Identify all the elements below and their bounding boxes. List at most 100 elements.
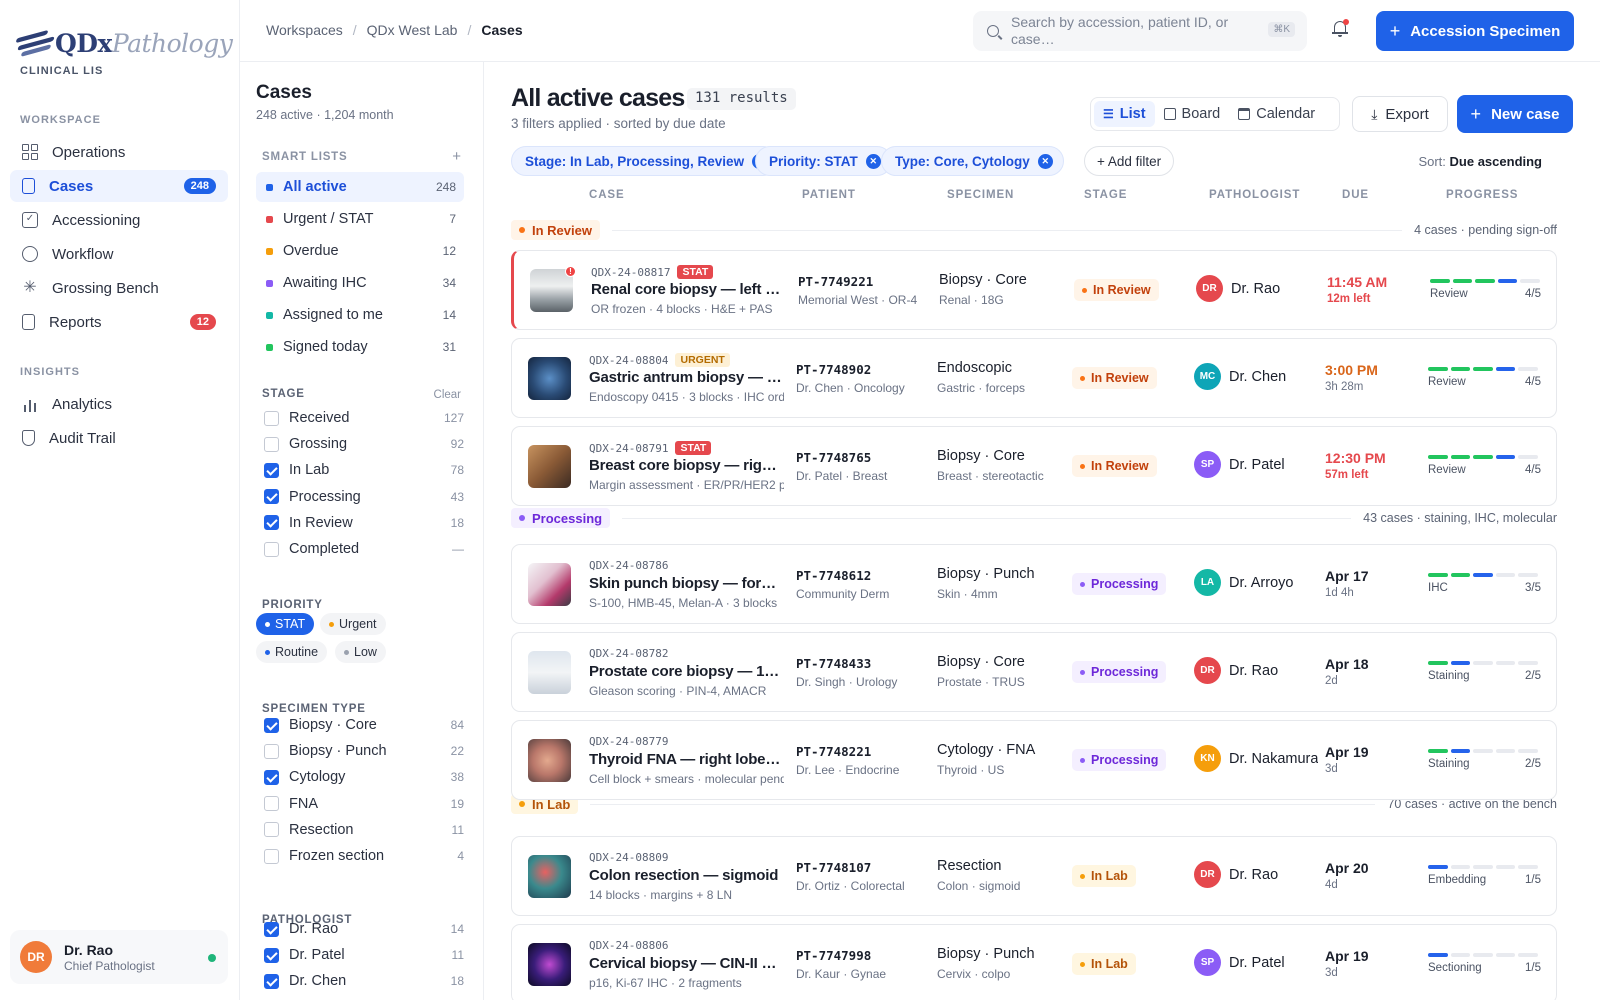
patient-source: Dr. Patel · Breast [796,469,888,483]
specimen-type-checkbox[interactable]: Frozen section 4 [264,845,464,867]
sidebar-item-grossing-bench[interactable]: ✳ Grossing Bench [10,272,228,304]
accession-number: QDX-24-08809 [589,851,669,864]
sort-control[interactable]: Sort: Due ascending [1418,154,1542,169]
stage-checkbox[interactable]: Grossing 92 [264,433,464,455]
case-row[interactable]: QDX-24-08779 Thyroid FNA — right lobe nod… [511,720,1557,800]
sidebar-item-workflow[interactable]: Workflow [10,238,228,270]
stage-checkbox[interactable]: Received 127 [264,407,464,429]
stage-dot [1080,873,1085,879]
specimen-type-checkbox[interactable]: Biopsy · Core 84 [264,714,464,736]
case-row[interactable]: QDX-24-08782 Prostate core biopsy — 12 co… [511,632,1557,712]
insights-section-label: INSIGHTS [20,366,80,378]
sidebar-item-reports[interactable]: Reports 12 [10,306,228,338]
user-profile-card[interactable]: DR Dr. Rao Chief Pathologist [10,930,228,984]
brand-logo[interactable]: QDxPathology [15,26,233,60]
pathologist-checkbox[interactable]: Dr. Chen 18 [264,970,464,992]
case-row[interactable]: QDX-24-08809 Colon resection — sigmoid 14 … [511,836,1557,916]
smart-list-item[interactable]: Signed today 31 [256,332,464,362]
clear-stage-filter-button[interactable]: Clear [434,389,461,401]
accession-line: QDX-24-08809 [589,851,668,864]
search-input[interactable]: Search by accession, patient ID, or case… [973,11,1307,51]
breadcrumb-workspaces[interactable]: Workspaces [266,22,343,38]
progress-segment [1428,865,1448,869]
results-count: 131 results [687,88,796,110]
column-header-case: CASE [589,189,625,201]
pathologist-cell[interactable]: DR Dr. Rao [1194,657,1318,684]
notifications-bell-icon[interactable] [1332,19,1349,37]
smart-list-item[interactable]: Overdue 12 [256,236,464,266]
case-title: Breast core biopsy — right breast [589,457,784,474]
progress-segment [1450,749,1471,753]
filter-chip[interactable]: Stage: In Lab, Processing, Review✕ [511,146,779,176]
pathologist-cell[interactable]: DR Dr. Rao [1196,275,1320,302]
case-row[interactable]: QDX-24-08791 STAT Breast core biopsy — rig… [511,426,1557,506]
stage-label: In Review [1091,371,1149,385]
priority-pill-routine[interactable]: Routine [256,641,328,663]
specimen-type-checkbox[interactable]: Resection 11 [264,819,464,841]
export-button[interactable]: ⤓ Export [1352,96,1448,132]
stage-checkbox[interactable]: Completed — [264,538,464,560]
stage-checkbox[interactable]: Processing 43 [264,486,464,508]
specimen-type-checkbox[interactable]: Biopsy · Punch 22 [264,740,464,762]
pathologist-checkbox[interactable]: Dr. Rao 14 [264,918,464,940]
progress-bar [1428,661,1538,665]
sidebar-item-analytics[interactable]: Analytics [10,388,228,420]
breadcrumb-lab[interactable]: QDx West Lab [367,22,458,38]
case-row[interactable]: QDX-24-08804 URGENT Gastric antrum biopsy … [511,338,1557,418]
sidebar-item-operations[interactable]: Operations [10,136,228,168]
remove-filter-icon[interactable]: ✕ [1037,153,1053,169]
online-status-dot [208,954,216,962]
stage-label: In Lab [1091,957,1128,971]
pathologist-avatar: SP [1194,451,1221,478]
accession-line: QDX-24-08782 [589,647,668,660]
new-case-button[interactable]: + New case [1457,95,1573,133]
patient-id: PT-7749221 [798,274,874,289]
filter-chip[interactable]: Priority: STAT ✕ [755,146,892,176]
specimen-type-checkbox[interactable]: Cytology 38 [264,766,464,788]
smart-list-item[interactable]: All active 248 [256,172,464,202]
priority-pill-urgent[interactable]: Urgent [320,613,386,635]
specimen-type-checkbox[interactable]: FNA 19 [264,793,464,815]
priority-pill-label: Routine [275,645,319,659]
column-header-stage: STAGE [1084,189,1128,201]
add-smart-list-icon[interactable]: + [452,148,461,165]
sidebar-item-accessioning[interactable]: ✓ Accessioning [10,204,228,236]
add-filter-button[interactable]: + Add filter [1084,146,1175,176]
pathologist-cell[interactable]: SP Dr. Patel [1194,949,1318,976]
priority-tag: STAT [677,265,714,279]
sidebar-item-cases[interactable]: Cases 248 [10,170,228,202]
smart-list-item[interactable]: Awaiting IHC 34 [256,268,464,298]
accession-line: QDX-24-08786 [589,559,668,572]
due-remaining: 3d [1325,967,1338,979]
pathologist-cell[interactable]: DR Dr. Rao [1194,861,1318,888]
filter-chip[interactable]: Type: Core, Cytology ✕ [881,146,1064,176]
pathologist-cell[interactable]: LA Dr. Arroyo [1194,569,1318,596]
smart-list-item[interactable]: Urgent / STAT 7 [256,204,464,234]
remove-filter-icon[interactable]: ✕ [865,153,881,169]
stage-checkbox[interactable]: In Review 18 [264,512,464,534]
case-row[interactable]: QDX-24-08806 Cervical biopsy — CIN-II sus… [511,924,1557,1000]
sidebar-item-audit-trail[interactable]: Audit Trail [10,422,228,454]
pathologist-avatar: DR [1196,275,1223,302]
view-board-tab[interactable]: Board [1155,101,1230,127]
view-list-tab[interactable]: ☰ List [1094,101,1155,127]
accession-specimen-button[interactable]: + Accession Specimen [1376,11,1574,51]
priority-pill-low[interactable]: Low [335,641,386,663]
pathologist-cell[interactable]: MC Dr. Chen [1194,363,1318,390]
stage-label: In Lab [1091,869,1128,883]
pathologist-cell[interactable]: SP Dr. Patel [1194,451,1318,478]
view-calendar-tab[interactable]: Calendar [1229,101,1324,127]
pathologist-checkbox[interactable]: Dr. Patel 11 [264,944,464,966]
checkbox-box [264,921,279,937]
progress-segment [1495,953,1516,957]
pathologist-count: 18 [450,974,464,989]
priority-dot [329,621,334,627]
priority-pill-stat[interactable]: STAT [256,613,315,635]
pathologist-cell[interactable]: KN Dr. Nakamura [1194,745,1318,772]
smart-list-item[interactable]: Assigned to me 14 [256,300,464,330]
due-time: Apr 19 [1325,948,1369,964]
case-row[interactable]: ! QDX-24-08817 STAT Renal core biopsy — lef… [511,250,1557,330]
stage-checkbox[interactable]: In Lab 78 [264,459,464,481]
case-row[interactable]: QDX-24-08786 Skin punch biopsy — forearm S… [511,544,1557,624]
specimen-thumbnail [528,445,571,488]
